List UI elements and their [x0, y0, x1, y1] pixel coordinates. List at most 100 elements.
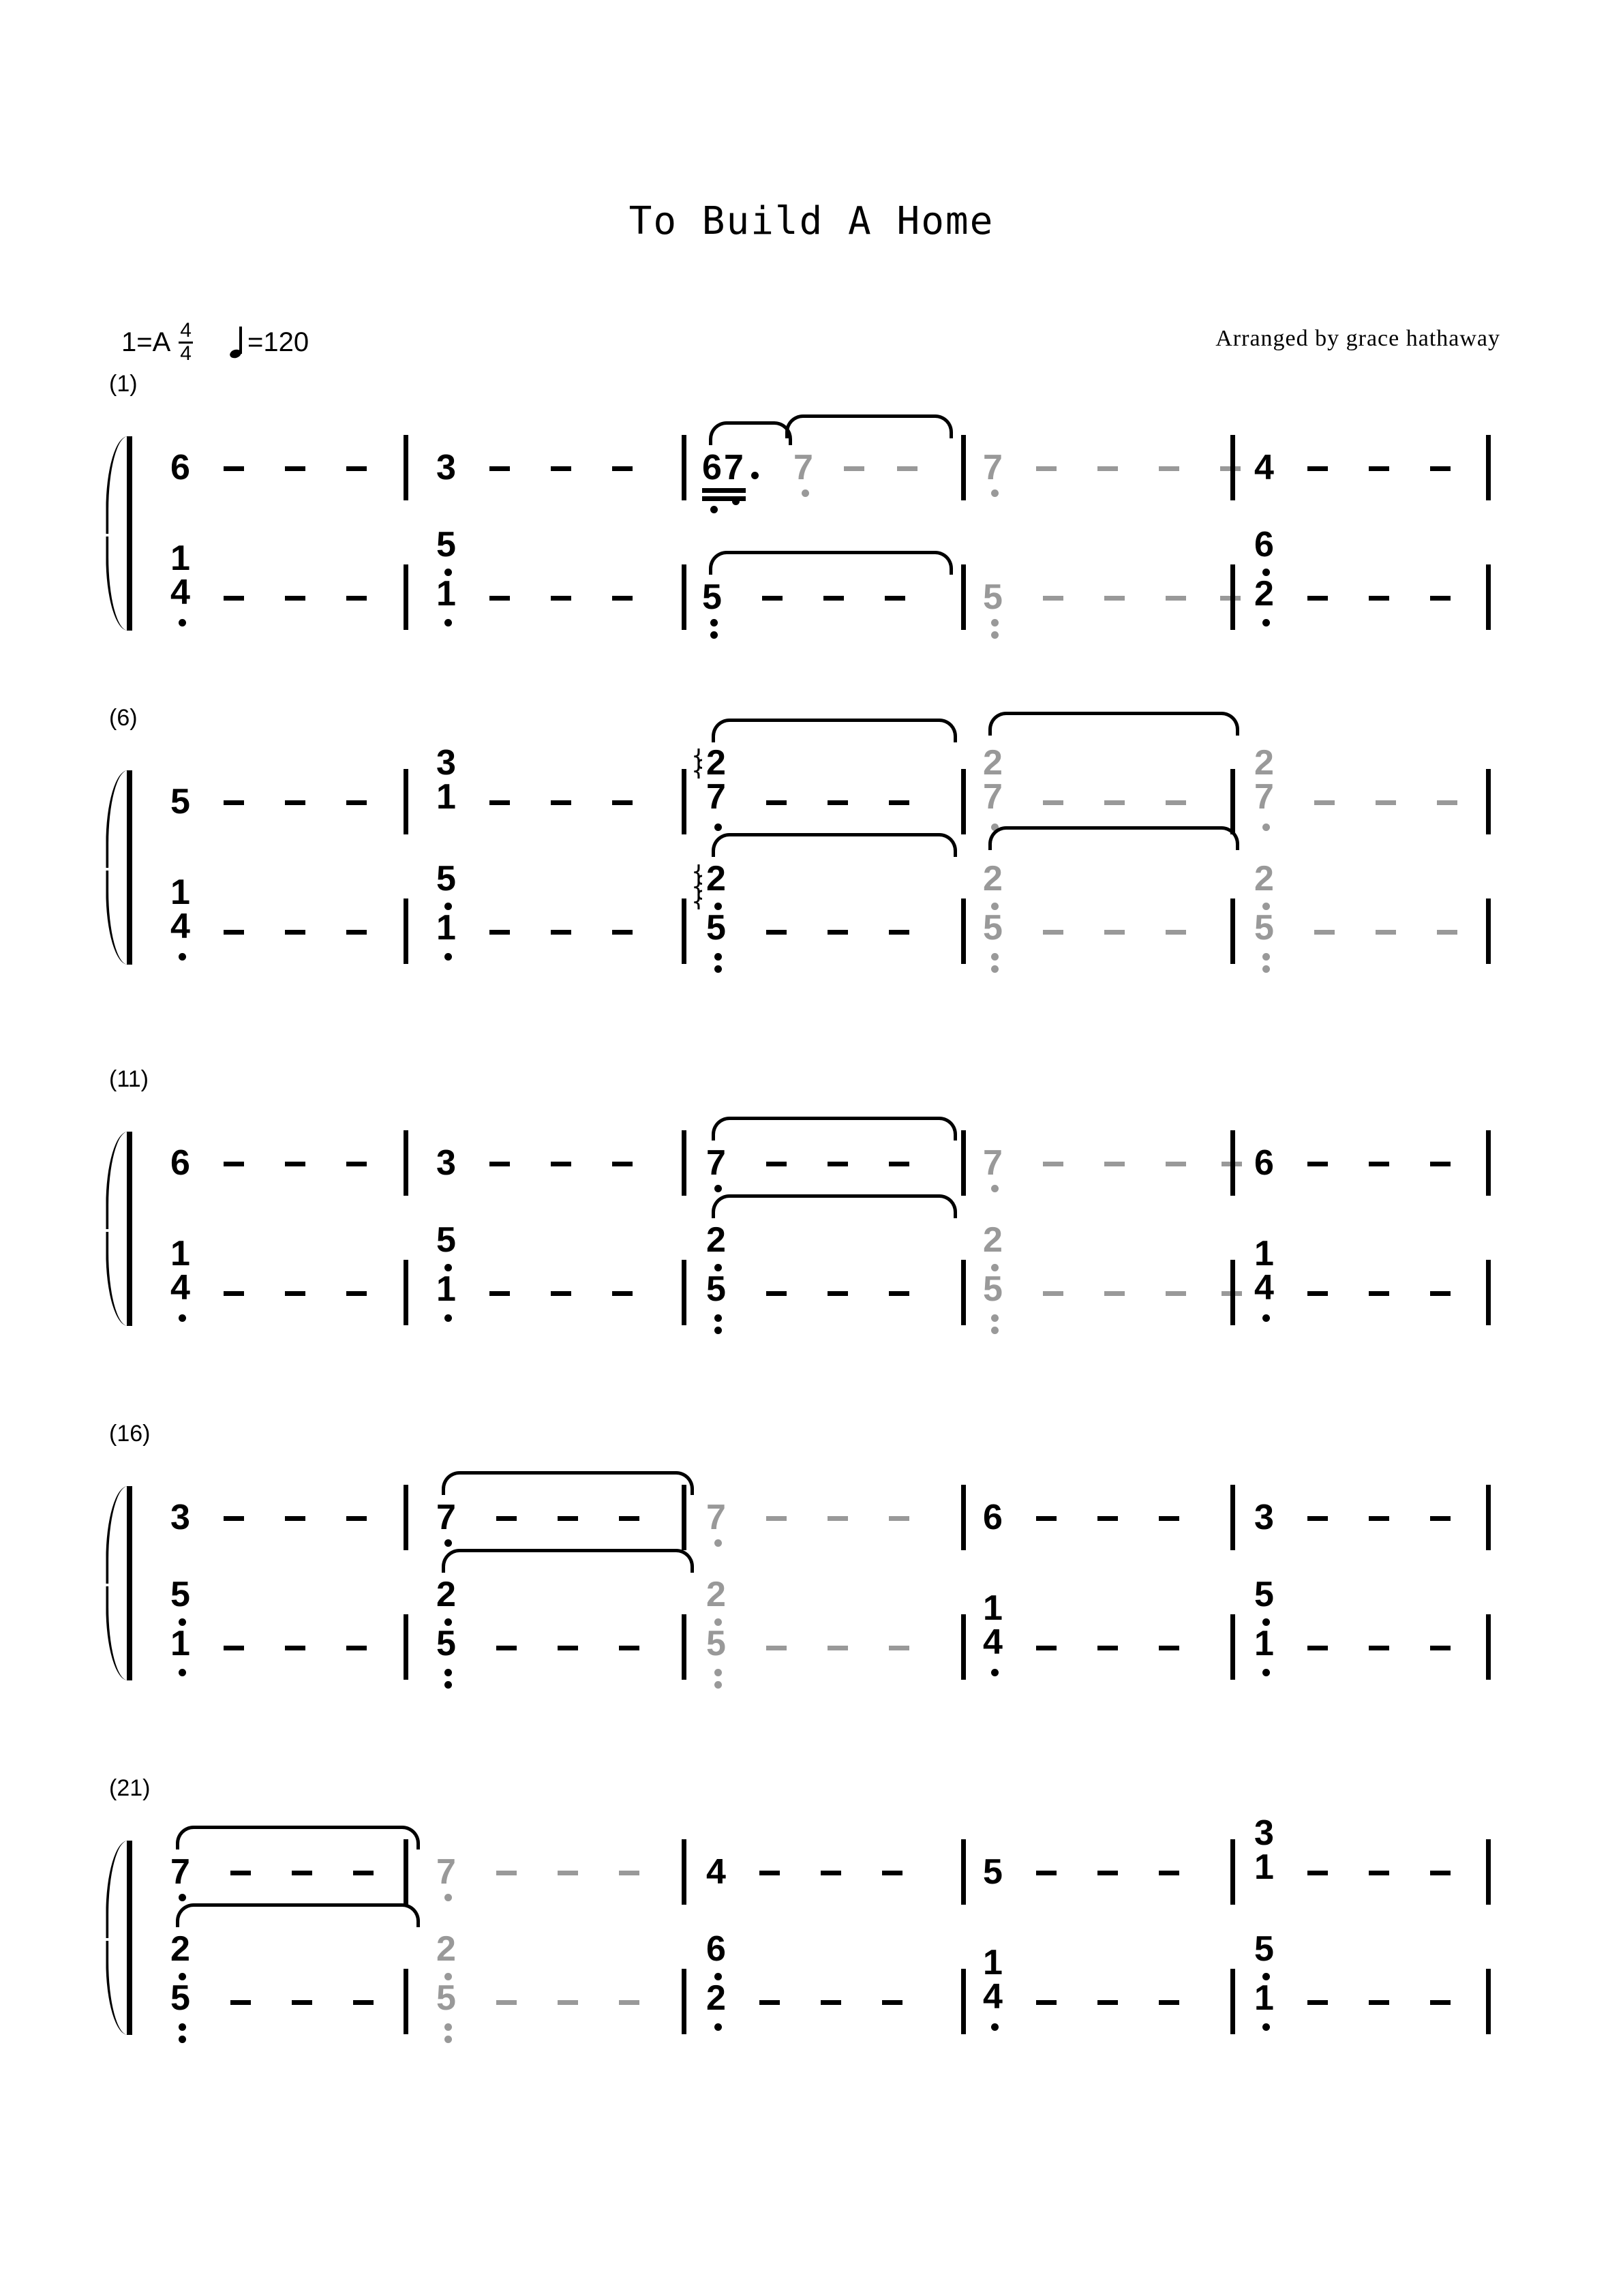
final-barline	[1486, 1614, 1491, 1680]
final-barline	[1486, 1969, 1491, 2034]
key-and-meter: 1=A 4 4 =120	[121, 320, 309, 364]
upper-staff-3: 6 3 7 7 6	[0, 1117, 1623, 1196]
barline	[682, 898, 686, 964]
tempo-marking: =120	[228, 327, 309, 360]
barline	[961, 1260, 966, 1325]
barline	[961, 564, 966, 630]
barline	[961, 1130, 966, 1196]
barline	[1230, 1260, 1235, 1325]
final-barline	[1486, 1130, 1491, 1196]
chord: 2 7	[1254, 743, 1274, 817]
upper-staff-1: 6 3 6 7 7 7 4	[0, 414, 1623, 513]
chord: 1 4	[983, 1588, 1003, 1662]
chord: 1 4	[170, 1234, 190, 1308]
barline	[961, 435, 966, 500]
note: 7	[436, 1498, 456, 1537]
barline	[682, 1839, 686, 1905]
barline	[961, 769, 966, 834]
barline	[404, 769, 408, 834]
arranger-credit: Arranged by grace hathaway	[1215, 326, 1500, 351]
barline	[404, 1969, 408, 2034]
note: 7	[436, 1852, 456, 1892]
barline	[1230, 1969, 1235, 2034]
barline	[1230, 1614, 1235, 1680]
page-title: To Build A Home	[628, 199, 995, 243]
barline	[1230, 435, 1235, 500]
chord: 1 4	[983, 1943, 1003, 2016]
note: 6	[1254, 1143, 1274, 1183]
time-signature-denominator: 4	[180, 342, 192, 365]
note: 3	[170, 1498, 190, 1537]
barline	[682, 769, 686, 834]
note: 6	[170, 448, 190, 487]
barline	[404, 898, 408, 964]
chord: 3 1	[1254, 1813, 1274, 1887]
lower-staff-1: 1 4 5 1 5 5 6 2	[0, 527, 1623, 639]
barline	[682, 1485, 686, 1550]
barline	[1230, 1130, 1235, 1196]
note: 7	[706, 1143, 726, 1183]
barline	[1230, 898, 1235, 964]
note: 7	[983, 448, 1003, 487]
note: 7	[983, 1143, 1003, 1183]
chord: 3 1	[436, 743, 456, 817]
final-barline	[1486, 1839, 1491, 1905]
measure-number-16: (16)	[109, 1421, 151, 1447]
note: 5	[702, 577, 722, 617]
barline	[404, 1485, 408, 1550]
chord: 1 4	[170, 539, 190, 612]
barline	[682, 564, 686, 630]
note: 7	[724, 448, 744, 487]
chord: 2 7	[706, 743, 726, 817]
note: 7	[170, 1852, 190, 1892]
note: 5	[983, 577, 1003, 617]
note: 5	[983, 1852, 1003, 1892]
barline	[1230, 1839, 1235, 1905]
measure-number-11: (11)	[109, 1066, 149, 1092]
final-barline	[1486, 564, 1491, 630]
barline	[404, 1614, 408, 1680]
barline	[682, 435, 686, 500]
arpeggio-icon: {{{	[691, 864, 702, 909]
barline	[961, 1839, 966, 1905]
barline	[404, 564, 408, 630]
barline	[1230, 769, 1235, 834]
barline	[961, 1485, 966, 1550]
barline	[961, 1614, 966, 1680]
arpeggio-icon: {{	[691, 749, 702, 779]
barline	[682, 1969, 686, 2034]
tempo-value: =120	[247, 327, 309, 357]
note: 3	[436, 448, 456, 487]
final-barline	[1486, 435, 1491, 500]
note: 3	[1254, 1498, 1274, 1537]
final-barline	[1486, 769, 1491, 834]
final-barline	[1486, 898, 1491, 964]
barline	[404, 1839, 408, 1905]
upper-staff-5: 7 7 4 5 3 1	[0, 1815, 1623, 1905]
key-signature-label: 1=A	[121, 327, 171, 357]
final-barline	[1486, 1260, 1491, 1325]
quarter-note-icon	[228, 327, 245, 360]
barline	[682, 1614, 686, 1680]
tied-note: 7	[793, 448, 813, 487]
upper-staff-2: 5 3 1 {{ 2 7	[0, 712, 1623, 834]
barline	[1230, 1485, 1235, 1550]
note: 4	[1254, 448, 1274, 487]
barline	[961, 898, 966, 964]
measure-number-21: (21)	[109, 1775, 151, 1801]
barline	[682, 1130, 686, 1196]
time-signature: 4 4	[179, 320, 193, 364]
lower-staff-5: 2 5 2 5 6 2 1 4 5 1	[0, 1903, 1623, 2043]
note: 4	[706, 1852, 726, 1892]
barline	[404, 435, 408, 500]
note: 6	[170, 1143, 190, 1183]
note: 7	[706, 1498, 726, 1537]
lower-staff-2: 1 4 5 1 {{{	[0, 826, 1623, 973]
chord: 1 4	[1254, 1234, 1274, 1308]
note: 3	[436, 1143, 456, 1183]
upper-staff-4: 3 7 7 6 3	[0, 1471, 1623, 1550]
score-page: To Build A Home 1=A 4 4 =120 Arranged by…	[0, 0, 1623, 2296]
note: 5	[170, 782, 190, 821]
measure-number-6: (6)	[109, 705, 138, 731]
note: 6	[983, 1498, 1003, 1537]
